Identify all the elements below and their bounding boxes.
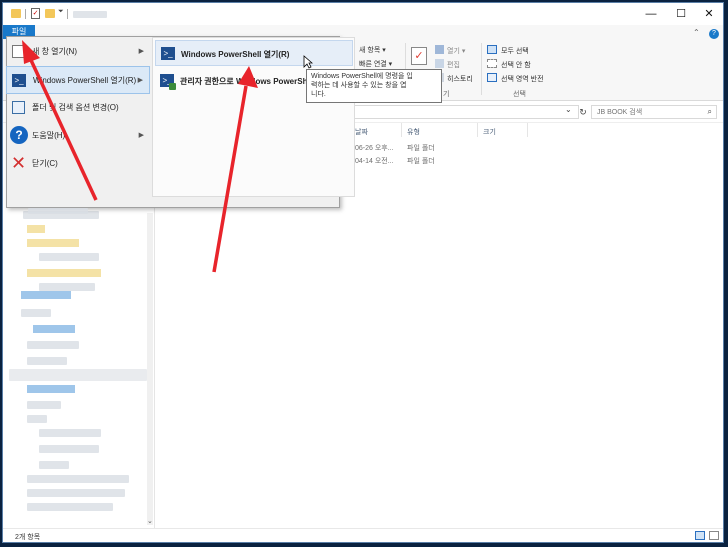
arrow-to-powershell [212,66,258,273]
annotation-arrows [22,40,258,273]
arrow-to-file-menu [22,40,98,201]
